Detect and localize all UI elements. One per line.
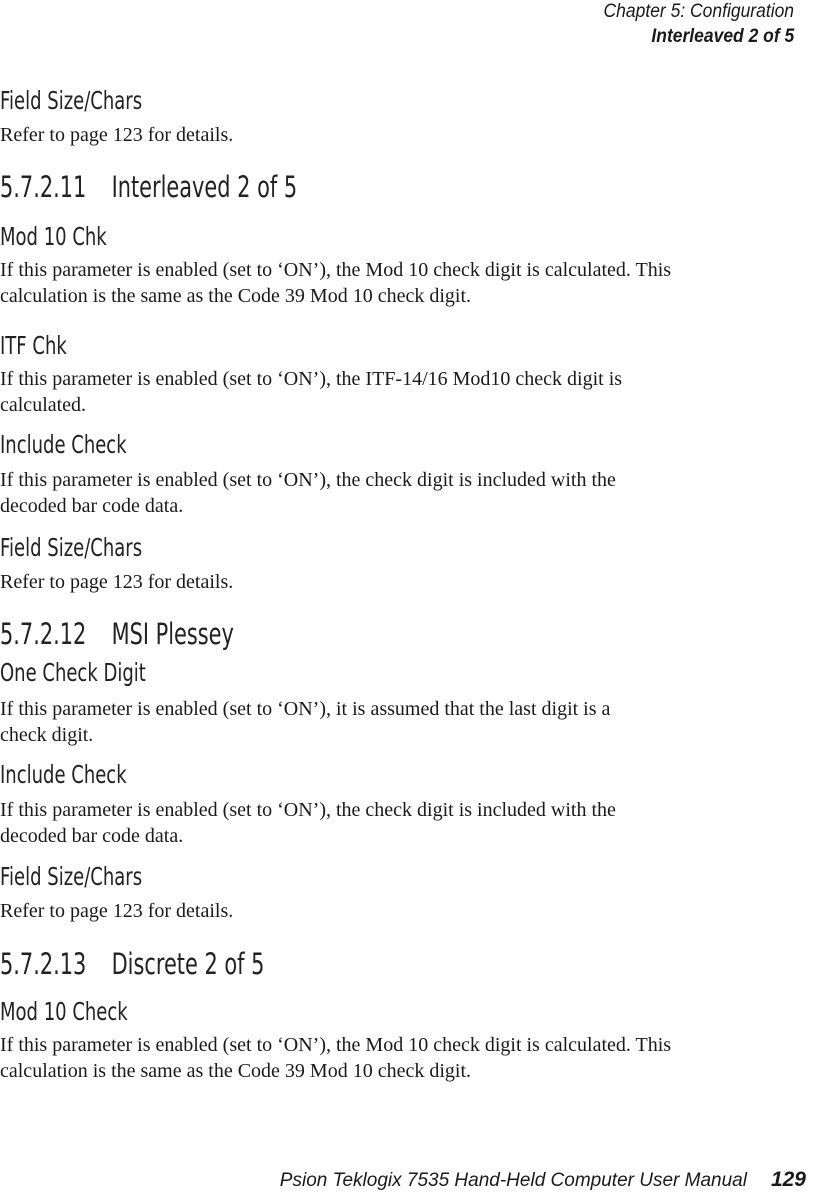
paragraph-line: calculation is the same as the Code 39 M… — [0, 285, 471, 307]
paragraph-line: decoded bar code data. — [0, 825, 184, 847]
paragraph-line: decoded bar code data. — [0, 495, 184, 517]
subheading-include-check: Include Check — [0, 760, 127, 789]
section-title: MSI Plessey — [111, 617, 234, 651]
paragraph: Refer to page 123 for details. — [0, 122, 233, 148]
paragraph: If this parameter is enabled (set to ‘ON… — [0, 1032, 671, 1084]
paragraph-line: If this parameter is enabled (set to ‘ON… — [0, 368, 623, 390]
section-heading-interleaved: 5.7.2.11 Interleaved 2 of 5 — [0, 170, 297, 204]
running-header-chapter: Chapter 5: Configuration — [603, 1, 794, 22]
paragraph-line: If this parameter is enabled (set to ‘ON… — [0, 1034, 672, 1056]
section-title: Interleaved 2 of 5 — [111, 170, 298, 204]
section-heading-msi-plessey: 5.7.2.12 MSI Plessey — [0, 617, 234, 651]
paragraph: Refer to page 123 for details. — [0, 898, 233, 924]
paragraph-line: If this parameter is enabled (set to ‘ON… — [0, 259, 672, 281]
paragraph-line: Refer to page 123 for details. — [0, 900, 234, 922]
section-number: 5.7.2.11 — [0, 170, 87, 204]
paragraph-line: Refer to page 123 for details. — [0, 571, 234, 593]
paragraph-line: calculation is the same as the Code 39 M… — [0, 1060, 471, 1082]
paragraph-line: Refer to page 123 for details. — [0, 124, 234, 146]
section-number: 5.7.2.12 — [0, 617, 87, 651]
paragraph: If this parameter is enabled (set to ‘ON… — [0, 696, 610, 748]
subheading-mod10-check: Mod 10 Check — [0, 997, 128, 1026]
paragraph-line: check digit. — [0, 724, 94, 746]
paragraph: If this parameter is enabled (set to ‘ON… — [0, 797, 616, 849]
paragraph: Refer to page 123 for details. — [0, 569, 233, 595]
section-heading-discrete: 5.7.2.13 Discrete 2 of 5 — [0, 947, 264, 981]
paragraph-line: If this parameter is enabled (set to ‘ON… — [0, 698, 611, 720]
page-footer: Psion Teklogix 7535 Hand-Held Computer U… — [280, 1168, 806, 1192]
paragraph-line: calculated. — [0, 394, 87, 416]
subheading-itf-chk: ITF Chk — [0, 331, 67, 360]
manual-title: Psion Teklogix 7535 Hand-Held Computer U… — [279, 1170, 747, 1191]
running-header-section: Interleaved 2 of 5 — [651, 26, 794, 47]
subheading-field-size-chars: Field Size/Chars — [0, 86, 143, 115]
paragraph: If this parameter is enabled (set to ‘ON… — [0, 257, 671, 309]
subheading-field-size-chars: Field Size/Chars — [0, 533, 143, 562]
subheading-include-check: Include Check — [0, 430, 127, 459]
subheading-mod10-chk: Mod 10 Chk — [0, 222, 107, 251]
subheading-field-size-chars: Field Size/Chars — [0, 862, 143, 891]
paragraph: If this parameter is enabled (set to ‘ON… — [0, 366, 622, 418]
paragraph-line: If this parameter is enabled (set to ‘ON… — [0, 469, 616, 491]
page-number: 129 — [770, 1168, 806, 1191]
paragraph: If this parameter is enabled (set to ‘ON… — [0, 467, 616, 519]
paragraph-line: If this parameter is enabled (set to ‘ON… — [0, 799, 616, 821]
subheading-one-check-digit: One Check Digit — [0, 658, 146, 687]
section-title: Discrete 2 of 5 — [111, 947, 265, 981]
section-number: 5.7.2.13 — [0, 947, 87, 981]
